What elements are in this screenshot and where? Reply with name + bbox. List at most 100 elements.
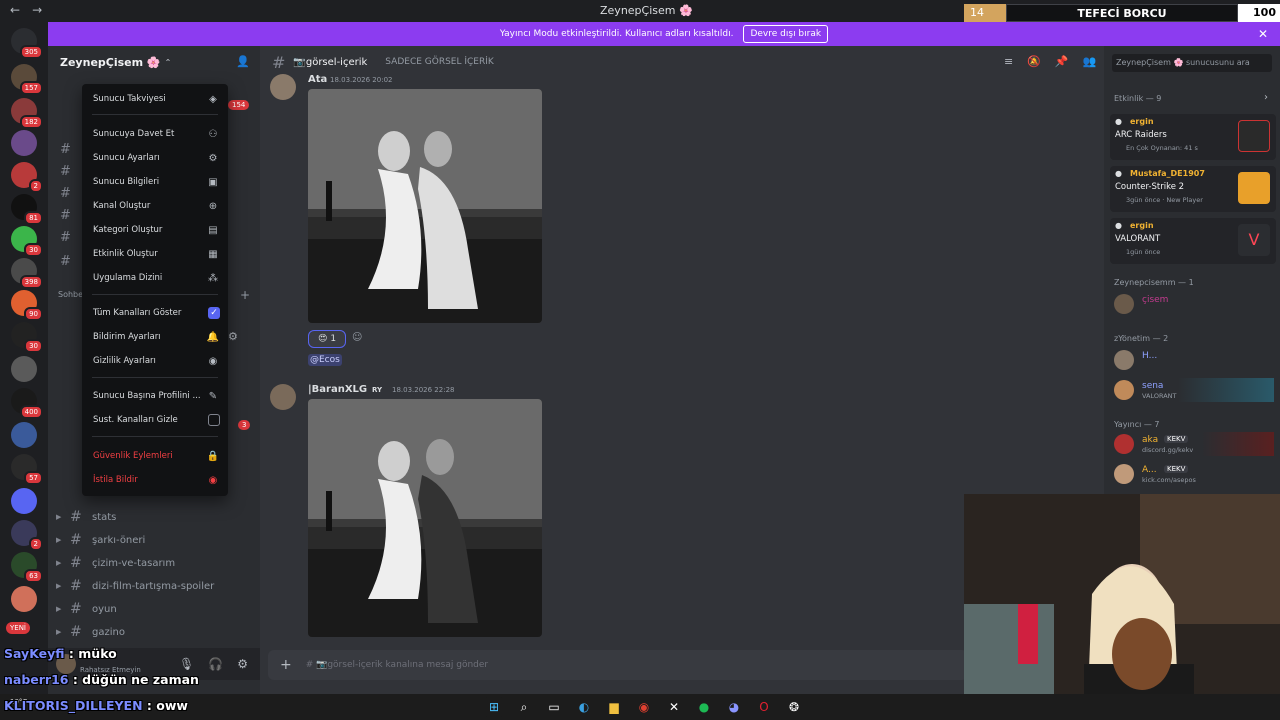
channel-dizi-film[interactable]: ▶ # dizi-film-tartışma-spoiler — [56, 575, 252, 597]
server-icon[interactable]: 398 — [11, 258, 43, 289]
activity-card[interactable]: ● ergin ARC Raiders En Çok Oynanan: 41 s — [1110, 114, 1276, 160]
channel-title: 📷görsel-içerik — [293, 56, 368, 68]
menu-item-edit-server-profile[interactable]: Sunucu Başına Profilini ... ✎ — [90, 386, 220, 406]
channel-oyun[interactable]: ▶ # oyun — [56, 598, 252, 620]
checkbox-empty-icon[interactable] — [208, 414, 220, 426]
server-icon[interactable]: 400 — [11, 388, 43, 419]
members-icon[interactable]: 👥 — [1083, 55, 1097, 68]
back-arrow-icon[interactable]: ← — [10, 3, 20, 17]
menu-item-app-directory[interactable]: Uygulama Dizini ⁂ — [90, 268, 220, 288]
server-icon[interactable]: 2 — [11, 162, 43, 193]
edge-browser-icon[interactable]: ◐ — [574, 697, 594, 717]
search-input[interactable]: ZeynepÇisem 🌸 sunucusunu ara — [1112, 54, 1272, 72]
menu-item-create-event[interactable]: Etkinlik Oluştur ▦ — [90, 244, 220, 264]
checkbox-checked-icon[interactable]: ✓ — [208, 307, 220, 319]
pin-icon[interactable]: 📌 — [1055, 55, 1069, 68]
menu-item-server-settings[interactable]: Sunucu Ayarları ⚙ — [90, 148, 220, 168]
menu-item-label: Kanal Oluştur — [93, 201, 151, 211]
activity-card[interactable]: ● ergin VALORANT 1gün önce V — [1110, 218, 1276, 264]
avatar[interactable] — [270, 384, 296, 410]
activity-card[interactable]: ● Mustafa_DE1907 Counter-Strike 2 3gün ö… — [1110, 166, 1276, 212]
discord-icon[interactable]: ◕ — [724, 697, 744, 717]
reaction-chip[interactable]: 😍 1 — [308, 330, 346, 348]
member-item[interactable]: sena VALORANT — [1114, 378, 1274, 402]
opera-icon[interactable]: O — [754, 697, 774, 717]
channel-sarki-oneri[interactable]: ▶ # şarkı-öneri — [56, 529, 252, 551]
server-header[interactable]: ZeynepÇisem 🌸 ⌃ 👤 — [48, 46, 260, 78]
game-thumbnail — [1238, 120, 1270, 152]
server-icon[interactable] — [11, 356, 37, 382]
task-view-icon[interactable]: ▭ — [544, 697, 564, 717]
menu-item-server-boost[interactable]: Sunucu Takviyesi ◈ — [90, 89, 220, 109]
menu-item-create-category[interactable]: Kategori Oluştur ▤ — [90, 220, 220, 240]
headphones-icon[interactable]: 🎧 — [208, 657, 223, 671]
spotify-icon[interactable]: ● — [694, 697, 714, 717]
server-icon[interactable]: 157 — [11, 64, 43, 95]
menu-item-server-info[interactable]: Sunucu Bilgileri ▣ — [90, 172, 220, 192]
message-author[interactable]: |BaranXLG — [308, 384, 367, 395]
search-icon[interactable]: ⌕ — [514, 697, 534, 717]
server-icon[interactable] — [11, 586, 37, 612]
gear-icon[interactable]: ⚙ — [237, 657, 248, 671]
folder-icon[interactable] — [11, 488, 37, 514]
forward-arrow-icon[interactable]: → — [32, 3, 42, 17]
menu-item-show-all-channels[interactable]: Tüm Kanalları Göster ✓ — [90, 303, 220, 323]
hash-icon: # — [70, 624, 82, 640]
message-input[interactable]: + # 📷görsel-içerik kanalına mesaj gönder — [268, 650, 968, 680]
category-label[interactable]: Sohbe — [58, 290, 83, 299]
menu-item-hide-muted-channels[interactable]: Sust. Kanalları Gizle — [90, 410, 220, 430]
menu-item-security-actions[interactable]: Güvenlik Eylemleri 🔒 — [90, 446, 220, 466]
channel-topic[interactable]: SADECE GÖRSEL İÇERİK — [385, 57, 494, 67]
header-tools: ≡ 🔕 📌 👥 — [1004, 55, 1096, 68]
app-icon[interactable]: ❂ — [784, 697, 804, 717]
mute-bell-icon[interactable]: 🔕 — [1027, 55, 1041, 68]
message-image[interactable] — [308, 89, 542, 323]
file-explorer-icon[interactable]: ▆ — [604, 697, 624, 717]
message-author[interactable]: Ata — [308, 74, 327, 85]
role-group-label: Yayıncı — 7 — [1114, 420, 1160, 429]
server-icon[interactable]: 57 — [11, 454, 43, 485]
avatar[interactable] — [270, 74, 296, 100]
add-user-icon[interactable]: 👤 — [236, 55, 250, 68]
x-app-icon[interactable]: ✕ — [664, 697, 684, 717]
menu-item-privacy-settings[interactable]: Gizlilik Ayarları ◉ — [90, 351, 220, 371]
activity-meta: 1gün önce — [1126, 248, 1161, 256]
chevron-right-icon[interactable]: › — [1264, 92, 1268, 103]
server-icon[interactable] — [11, 130, 37, 156]
server-icon[interactable]: 182 — [11, 98, 43, 129]
microphone-icon[interactable]: 🎙 — [179, 657, 194, 671]
channel-stats[interactable]: ▶ # stats — [56, 506, 252, 528]
server-icon[interactable]: 63 — [11, 552, 43, 583]
server-icon[interactable]: 30 — [11, 322, 43, 353]
member-item[interactable]: çisem — [1114, 292, 1274, 316]
channel-settings-icon[interactable]: ⚙ — [228, 330, 238, 343]
add-channel-icon[interactable]: + — [240, 288, 250, 302]
channel-gazino[interactable]: ▶ # gazino — [56, 621, 252, 643]
server-icon[interactable]: 30 — [11, 226, 43, 257]
activity-label: Etkinlik — 9 — [1114, 94, 1162, 103]
windows-start-icon[interactable]: ⊞ — [484, 697, 504, 717]
server-icon[interactable] — [11, 422, 37, 448]
menu-item-report-raid[interactable]: İstila Bildir ◉ — [90, 470, 220, 490]
user-mention[interactable]: @Ecos — [308, 354, 342, 366]
hash-icon: # — [70, 578, 82, 594]
menu-item-create-channel[interactable]: Kanal Oluştur ⊕ — [90, 196, 220, 216]
chrome-icon[interactable]: ◉ — [634, 697, 654, 717]
discord-home-icon[interactable]: 305 — [11, 28, 43, 59]
close-icon[interactable]: ✕ — [1258, 27, 1268, 41]
channel-cizim-ve-tasarim[interactable]: ▶ # çizim-ve-tasarım — [56, 552, 252, 574]
threads-icon[interactable]: ≡ — [1004, 55, 1013, 68]
chevron-right-icon: ▶ — [56, 559, 62, 567]
member-item[interactable]: aka KEKV discord.gg/kekv — [1114, 432, 1274, 456]
message-image[interactable] — [308, 399, 542, 637]
server-icon[interactable]: 90 — [11, 290, 43, 321]
member-item[interactable]: A... KEKV kick.com/asepos — [1114, 462, 1274, 486]
member-item[interactable]: H... — [1114, 348, 1274, 372]
server-icon[interactable]: 2 — [11, 520, 43, 551]
disable-streamer-mode-button[interactable]: Devre dışı bırak — [743, 25, 829, 43]
menu-item-invite[interactable]: Sunucuya Davet Et ⚇ — [90, 124, 220, 144]
menu-item-notification-settings[interactable]: Bildirim Ayarları 🔔 — [90, 327, 220, 347]
add-attachment-icon[interactable]: + — [280, 657, 292, 673]
add-reaction-icon[interactable]: ☺ — [352, 332, 362, 343]
server-icon[interactable]: 81 — [11, 194, 43, 225]
